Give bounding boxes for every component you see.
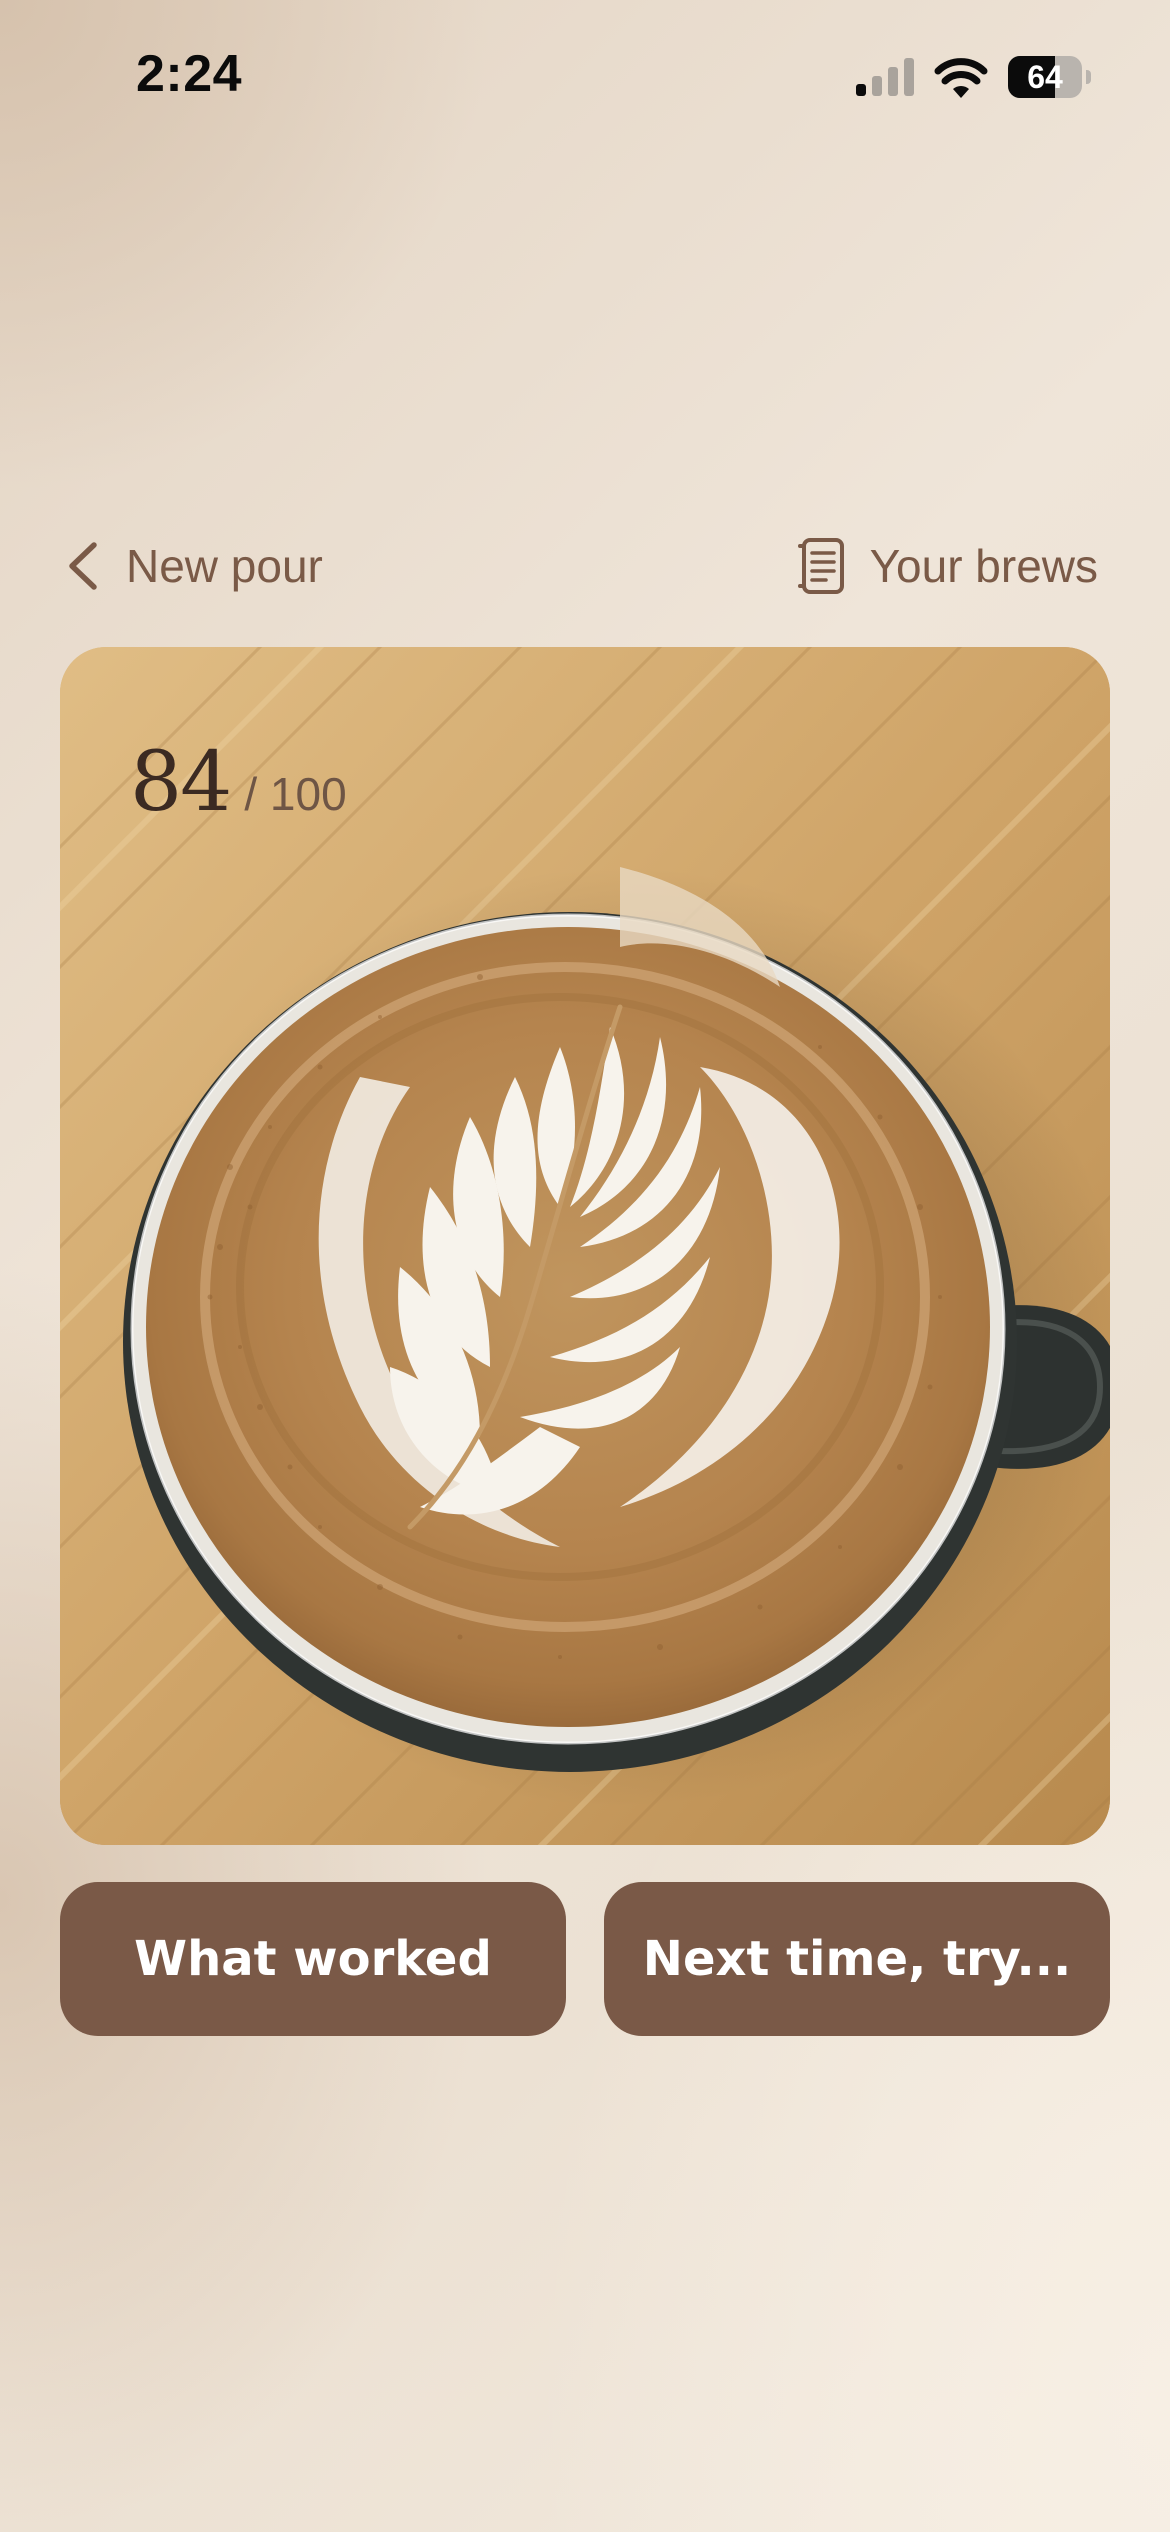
- status-bar: 2:24 64: [0, 0, 1170, 150]
- latte-photo-card: 84 / 100: [60, 647, 1110, 1845]
- battery-percentage: 64: [1027, 59, 1063, 95]
- cellular-signal-icon: [856, 58, 914, 96]
- status-time: 2:24: [136, 45, 243, 103]
- wifi-icon: [934, 58, 988, 98]
- score-max: / 100: [244, 768, 347, 820]
- brew-score: 84 / 100: [130, 735, 347, 830]
- battery-icon: 64: [1008, 56, 1091, 98]
- new-pour-back-button[interactable]: New pour: [66, 530, 323, 602]
- next-time-try-button[interactable]: Next time, try...: [604, 1882, 1110, 2036]
- what-worked-button[interactable]: What worked: [60, 1882, 566, 2036]
- chevron-left-icon: [69, 542, 97, 590]
- back-label: New pour: [126, 540, 323, 592]
- your-brews-button[interactable]: Your brews: [797, 530, 1098, 602]
- score-value: 84: [130, 735, 232, 830]
- your-brews-label: Your brews: [869, 540, 1098, 592]
- notebook-icon: [797, 538, 844, 594]
